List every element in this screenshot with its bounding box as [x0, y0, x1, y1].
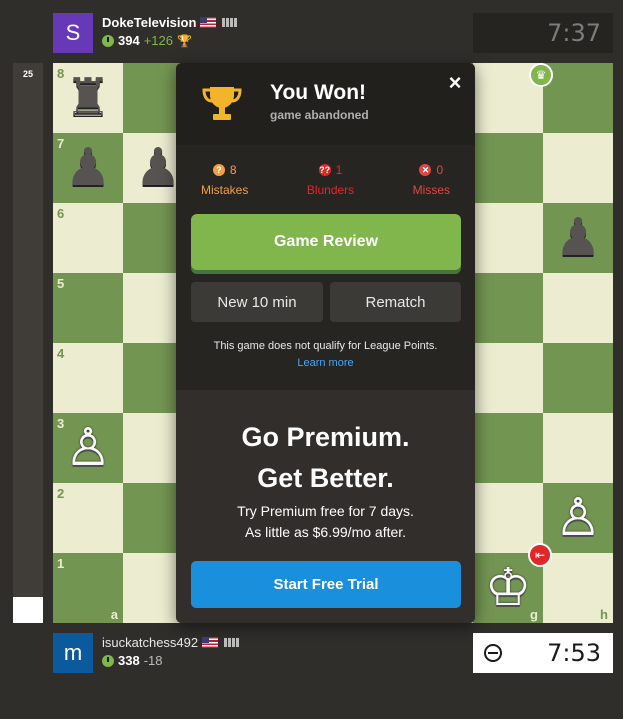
- rapid-clock-icon: [102, 34, 114, 47]
- square-g5[interactable]: [473, 273, 543, 343]
- square-a4[interactable]: 4: [53, 343, 123, 413]
- white-piece-h2[interactable]: ♙: [543, 483, 613, 553]
- stat-misses: ✕ 0 Misses: [413, 163, 450, 205]
- opponent-rating-delta: +126: [143, 33, 173, 48]
- opponent-rating: 394: [118, 33, 140, 48]
- player-name[interactable]: isuckatchess492: [102, 635, 198, 650]
- file-label: a: [110, 607, 118, 622]
- learn-more-link[interactable]: Learn more: [176, 357, 475, 369]
- rank-label: 2: [57, 486, 65, 501]
- stat-label: Mistakes: [201, 183, 249, 197]
- opponent-clock-time: 7:37: [547, 19, 601, 47]
- stat-blunders: ?? 1 Blunders: [307, 163, 354, 205]
- stat-dot-icon: ✕: [419, 164, 432, 176]
- move-stats: ? 8 Mistakes?? 1 Blunders ✕ 0 Misses: [176, 145, 475, 205]
- square-h7[interactable]: [543, 133, 613, 203]
- trophy-icon: 🏆: [177, 33, 192, 48]
- rank-label: 1: [57, 556, 65, 571]
- us-flag-icon: [202, 637, 219, 648]
- black-piece-a7[interactable]: ♟: [53, 133, 123, 203]
- player-avatar[interactable]: m: [53, 633, 93, 673]
- stat-count: 8: [229, 163, 237, 177]
- evaluation-bar: 25: [13, 63, 43, 623]
- stat-dot-icon: ?: [212, 164, 225, 176]
- premium-title-line2: Get Better.: [257, 463, 394, 493]
- white-piece-a3[interactable]: ♙: [53, 413, 123, 483]
- rank-label: 4: [57, 346, 65, 361]
- file-label: h: [600, 607, 608, 622]
- player-clock-time: 7:53: [547, 639, 601, 667]
- premium-title-line1: Go Premium.: [241, 422, 410, 452]
- us-flag-icon: [200, 17, 217, 28]
- game-over-modal: You Won! game abandoned × ? 8 Mistakes?? 1 B…: [176, 63, 475, 623]
- new-game-button[interactable]: New 10 min: [191, 282, 323, 322]
- square-h4[interactable]: [543, 343, 613, 413]
- opponent-clock: 7:37: [473, 13, 613, 53]
- modal-title: You Won!: [270, 81, 367, 104]
- start-free-trial-button[interactable]: Start Free Trial: [191, 561, 461, 608]
- square-a5[interactable]: 5: [53, 273, 123, 343]
- modal-header: You Won! game abandoned ×: [176, 63, 475, 145]
- opponent-bar: S DokeTelevision 394 +126 🏆: [53, 13, 238, 53]
- black-piece-h6[interactable]: ♟: [543, 203, 613, 273]
- evaluation-white-fill: [13, 597, 43, 623]
- premium-text-line1: Try Premium free for 7 days.: [237, 503, 414, 519]
- square-h3[interactable]: [543, 413, 613, 483]
- evaluation-score: 25: [22, 69, 33, 79]
- player-clock: 7:53: [473, 633, 613, 673]
- modal-subtitle: game abandoned: [270, 108, 369, 122]
- square-g3[interactable]: [473, 413, 543, 483]
- square-h5[interactable]: [543, 273, 613, 343]
- square-a8[interactable]: 8 ♜: [53, 63, 123, 133]
- player-rating-delta: -18: [143, 653, 163, 668]
- rematch-button[interactable]: Rematch: [330, 282, 461, 322]
- square-a7[interactable]: 7 ♟: [53, 133, 123, 203]
- stat-mistakes: ? 8 Mistakes: [201, 163, 248, 205]
- square-a1[interactable]: 1a: [53, 553, 123, 623]
- resign-flag-icon: ⇤: [528, 543, 552, 567]
- rank-label: 5: [57, 276, 65, 291]
- trophy-icon: [202, 87, 242, 120]
- square-g7[interactable]: [473, 133, 543, 203]
- stat-label: Blunders: [306, 183, 355, 197]
- timer-icon: [484, 644, 502, 662]
- stat-label: Misses: [412, 183, 450, 197]
- square-h8[interactable]: [543, 63, 613, 133]
- square-g2[interactable]: [473, 483, 543, 553]
- connection-bars-icon: [224, 638, 240, 647]
- square-h1[interactable]: h: [543, 553, 613, 623]
- connection-bars-icon: [222, 18, 238, 27]
- stat-count: 0: [436, 163, 444, 177]
- black-piece-a8[interactable]: ♜: [53, 63, 123, 133]
- close-icon[interactable]: ×: [443, 70, 467, 95]
- square-h2[interactable]: ♙: [543, 483, 613, 553]
- square-a3[interactable]: 3 ♙: [53, 413, 123, 483]
- square-a2[interactable]: 2: [53, 483, 123, 553]
- stat-count: 1: [335, 163, 343, 177]
- square-g4[interactable]: [473, 343, 543, 413]
- premium-text-line2: As little as $6.99/mo after.: [244, 524, 407, 540]
- square-h6[interactable]: ♟: [543, 203, 613, 273]
- square-g6[interactable]: [473, 203, 543, 273]
- rapid-clock-icon: [102, 654, 114, 667]
- opponent-name[interactable]: DokeTelevision: [102, 15, 196, 30]
- game-review-button[interactable]: Game Review: [191, 214, 461, 270]
- premium-promo: Go Premium. Get Better. Try Premium free…: [176, 390, 475, 623]
- winner-crown-icon: ♛: [529, 63, 553, 87]
- player-bar: m isuckatchess492 338 -18: [53, 633, 240, 673]
- rank-label: 6: [57, 206, 65, 221]
- stat-dot-icon: ??: [318, 164, 331, 176]
- opponent-avatar[interactable]: S: [53, 13, 93, 53]
- player-rating: 338: [118, 653, 140, 668]
- league-note: This game does not qualify for League Po…: [213, 340, 438, 352]
- square-a6[interactable]: 6: [53, 203, 123, 273]
- game-screen: S DokeTelevision 394 +126 🏆 7:37 25 8♜♚7…: [0, 0, 623, 719]
